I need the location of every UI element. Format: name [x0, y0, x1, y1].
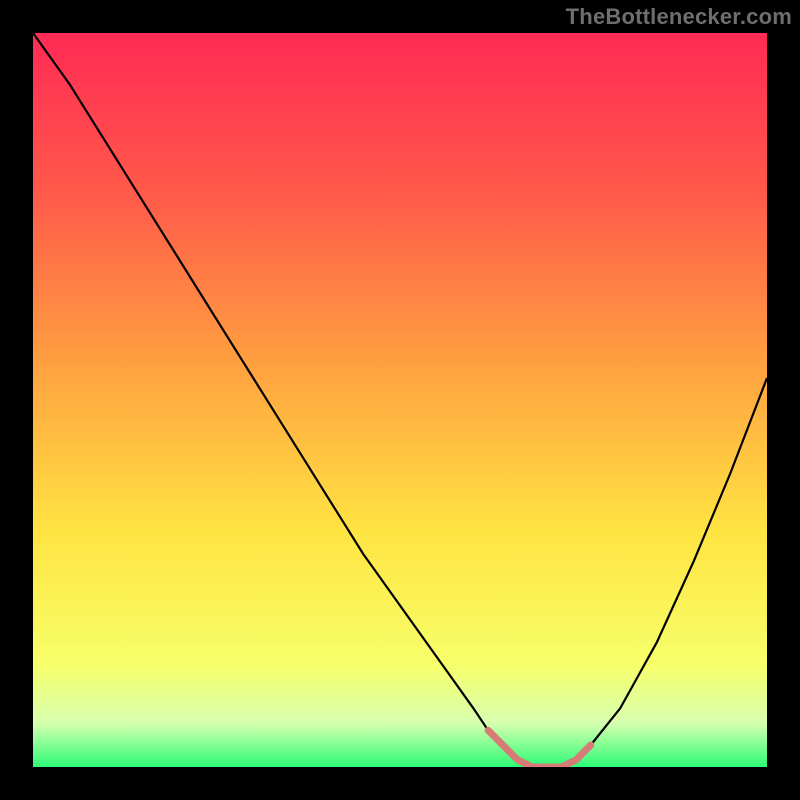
chart-container: TheBottlenecker.com: [0, 0, 800, 800]
chart-plot-area: [33, 33, 767, 767]
gradient-background: [33, 33, 767, 767]
chart-svg: [33, 33, 767, 767]
attribution-text: TheBottlenecker.com: [566, 4, 792, 30]
